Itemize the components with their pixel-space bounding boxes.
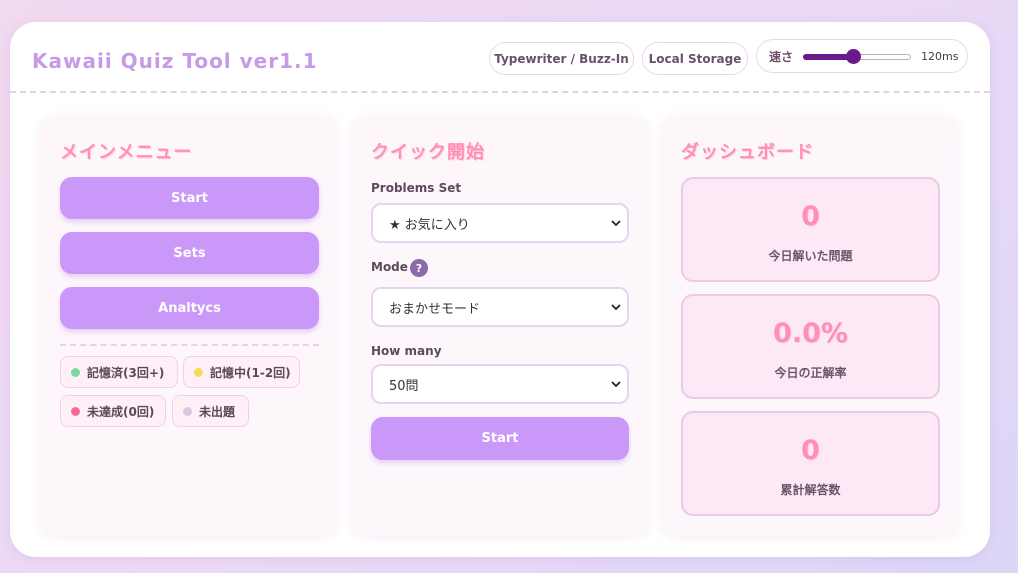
mode-label: Mode — [371, 260, 408, 274]
menu-divider — [60, 344, 319, 346]
legend-label: 記憶済(3回+) — [87, 365, 165, 380]
quick-start-title: クイック開始 — [371, 142, 485, 163]
dashboard-panel: ダッシュボード 0 今日解いた問題 0.0% 今日の正解率 0 累計解答数 — [661, 115, 959, 536]
how-many-label: How many — [371, 344, 442, 358]
how-many-select[interactable]: 50問 — [371, 364, 629, 404]
chevron-down-icon — [611, 381, 621, 388]
legend-label: 未出題 — [199, 404, 236, 419]
green-dot-icon — [71, 367, 80, 377]
mode-value: おまかせモード — [389, 301, 481, 317]
legend-label: 未達成(0回) — [87, 404, 155, 419]
gray-dot-icon — [183, 406, 192, 416]
stat-label: 今日の正解率 — [774, 366, 847, 380]
storage-pill[interactable]: Local Storage — [642, 42, 748, 75]
quick-start-button[interactable]: Start — [371, 417, 629, 460]
stat-value: 0 — [801, 201, 820, 232]
legend-unachieved: 未達成(0回) — [60, 395, 166, 427]
start-menu-button[interactable]: Start — [60, 177, 319, 219]
speed-control: 速さ 120ms — [756, 39, 968, 73]
legend-unasked: 未出題 — [172, 395, 249, 427]
legend-learning: 記憶中(1-2回) — [183, 356, 300, 388]
main-menu-title: メインメニュー — [60, 142, 193, 163]
stat-value: 0 — [801, 435, 820, 466]
quick-start-panel: クイック開始 Problems Set ★ お気に入り Mode ? おまかせモ… — [351, 115, 649, 536]
help-icon[interactable]: ? — [410, 259, 428, 277]
stat-card-today-solved: 0 今日解いた問題 — [681, 177, 940, 282]
main-menu-panel: メインメニュー Start Sets Analtycs 記憶済(3回+) 記憶中… — [40, 115, 338, 536]
analytics-button[interactable]: Analtycs — [60, 287, 319, 329]
app-title: Kawaii Quiz Tool ver1.1 — [32, 49, 318, 73]
legend-label: 記憶中(1-2回) — [210, 365, 291, 380]
problems-set-value: ★ お気に入り — [389, 217, 470, 233]
stat-label: 今日解いた問題 — [768, 249, 853, 263]
speed-value: 120ms — [921, 49, 959, 63]
stat-card-today-accuracy: 0.0% 今日の正解率 — [681, 294, 940, 399]
stat-value: 0.0% — [773, 318, 848, 349]
slider-thumb[interactable] — [845, 49, 861, 64]
how-many-value: 50問 — [389, 378, 419, 394]
header: Kawaii Quiz Tool ver1.1 Typewriter / Buz… — [10, 22, 990, 93]
stat-label: 累計解答数 — [780, 483, 841, 497]
yellow-dot-icon — [194, 367, 203, 377]
pink-dot-icon — [71, 406, 80, 416]
speed-slider[interactable] — [803, 49, 912, 64]
dashboard-title: ダッシュボード — [681, 142, 814, 163]
chevron-down-icon — [611, 220, 621, 227]
mode-select[interactable]: おまかせモード — [371, 287, 629, 327]
legend-memorized: 記憶済(3回+) — [60, 356, 178, 388]
sets-button[interactable]: Sets — [60, 232, 319, 274]
stat-card-total-answers: 0 累計解答数 — [681, 411, 940, 516]
problems-set-select[interactable]: ★ お気に入り — [371, 203, 629, 243]
mode-pill[interactable]: Typewriter / Buzz-In — [489, 42, 634, 75]
app-window: Kawaii Quiz Tool ver1.1 Typewriter / Buz… — [10, 22, 990, 557]
problems-set-label: Problems Set — [371, 181, 462, 195]
speed-label: 速さ — [769, 49, 794, 64]
chevron-down-icon — [611, 304, 621, 311]
